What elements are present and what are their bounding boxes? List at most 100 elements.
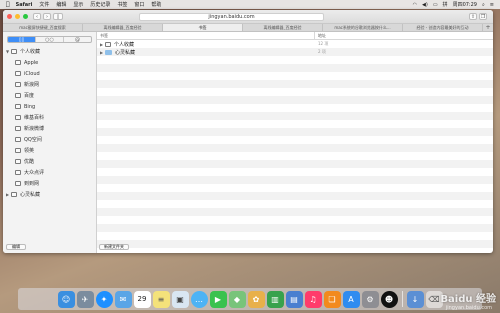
- menu-window[interactable]: 窗口: [134, 1, 144, 8]
- empty-row: [97, 88, 493, 96]
- menu-bar:  Safari 文件 编辑 显示 历史记录 书签 窗口 帮助 ◠ ◀) ▭ 拼…: [0, 0, 500, 9]
- sidebar-item[interactable]: Bing: [3, 101, 96, 112]
- minimize-button[interactable]: [15, 14, 20, 19]
- ibooks-icon[interactable]: ❏: [323, 290, 341, 308]
- table-row[interactable]: ▶ 个人收藏 12 项: [97, 40, 493, 48]
- tab-bar: mac截屏快捷键_百度搜索 离线编辑器_百度经验 书签 离线编辑器_百度经验 m…: [3, 24, 493, 32]
- calendar-day: 29: [137, 295, 147, 303]
- messages-icon[interactable]: …: [190, 290, 208, 308]
- close-button[interactable]: [7, 14, 12, 19]
- bookmark-icon: [15, 181, 21, 186]
- calendar-icon[interactable]: 29: [133, 290, 151, 308]
- bookmark-list: ▶ 个人收藏 12 项 ▶ 心灵私藏 2 项: [97, 40, 493, 248]
- tab[interactable]: 离线编辑器_百度经验: [243, 24, 323, 31]
- sidebar-item[interactable]: 大众点评: [3, 167, 96, 178]
- photos-icon[interactable]: ✿: [247, 290, 265, 308]
- row-address: 12 项: [318, 41, 329, 46]
- sidebar-item[interactable]: 维基百科: [3, 112, 96, 123]
- spotlight-icon[interactable]: ⌕: [482, 2, 485, 8]
- empty-row: [97, 200, 493, 208]
- sidebar-item[interactable]: iCloud: [3, 68, 96, 79]
- menu-help[interactable]: 帮助: [151, 1, 161, 8]
- sidebar-item[interactable]: 百度: [3, 90, 96, 101]
- volume-icon[interactable]: ◀): [422, 2, 428, 8]
- menu-history[interactable]: 历史记录: [90, 1, 110, 8]
- sidebar-edit-button[interactable]: 编辑: [6, 244, 26, 250]
- bookmark-icon: [15, 60, 21, 65]
- qq-icon[interactable]: ☻: [380, 290, 398, 308]
- sidebar-item-label: 领英: [24, 148, 35, 154]
- tab-active[interactable]: 书签: [163, 24, 243, 31]
- battery-icon[interactable]: ▭: [433, 2, 438, 8]
- menu-file[interactable]: 文件: [39, 1, 49, 8]
- safari-icon[interactable]: ✦: [95, 290, 113, 308]
- tab-overview-icon[interactable]: ❐: [479, 13, 487, 20]
- tab[interactable]: 经验 - 创造内容最美好的互动: [403, 24, 483, 31]
- keynote-icon[interactable]: ▤: [285, 290, 303, 308]
- empty-row: [97, 240, 493, 248]
- empty-row: [97, 112, 493, 120]
- address-text: jingyan.baidu.com: [208, 13, 255, 20]
- bookmarks-segment[interactable]: ▯▯: [8, 37, 36, 42]
- launchpad-icon[interactable]: ✈: [76, 290, 94, 308]
- empty-row: [97, 192, 493, 200]
- app-menu[interactable]: Safari: [16, 2, 33, 8]
- sidebar-folder-private[interactable]: ▶ 心灵私藏: [3, 189, 96, 200]
- tab[interactable]: mac系统的谷歌浏览器按什么...: [323, 24, 403, 31]
- app-store-icon[interactable]: A: [342, 290, 360, 308]
- share-icon[interactable]: ⇧: [469, 13, 477, 20]
- sidebar-item[interactable]: QQ空间: [3, 134, 96, 145]
- input-method-icon[interactable]: 拼: [443, 1, 448, 8]
- sidebar-folder-favorites[interactable]: ▼ 个人收藏: [3, 46, 96, 57]
- menu-edit[interactable]: 编辑: [56, 1, 66, 8]
- sidebar-item[interactable]: 到到网: [3, 178, 96, 189]
- bookmark-icon: [15, 115, 21, 120]
- reading-list-segment[interactable]: ○○: [36, 37, 64, 42]
- apple-menu-icon[interactable]: : [6, 1, 10, 8]
- maps-icon[interactable]: ◆: [228, 290, 246, 308]
- column-header-title[interactable]: 书签: [97, 32, 315, 39]
- new-tab-button[interactable]: +: [483, 24, 493, 31]
- preview-icon[interactable]: ▣: [171, 290, 189, 308]
- tab[interactable]: mac截屏快捷键_百度搜索: [3, 24, 83, 31]
- sidebar-item[interactable]: 新浪网: [3, 79, 96, 90]
- sidebar-item-label: 百度: [24, 93, 35, 99]
- mail-icon[interactable]: ✉: [114, 290, 132, 308]
- wifi-icon[interactable]: ◠: [413, 2, 417, 8]
- empty-row: [97, 152, 493, 160]
- empty-row: [97, 128, 493, 136]
- address-bar[interactable]: jingyan.baidu.com: [139, 12, 324, 21]
- sidebar-toggle-icon[interactable]: ▯: [53, 13, 63, 20]
- clock[interactable]: 周四07:29: [453, 1, 477, 8]
- table-row[interactable]: ▶ 心灵私藏 2 项: [97, 48, 493, 56]
- row-name: 心灵私藏: [115, 49, 136, 56]
- sidebar-segmented-control: ▯▯ ○○ @: [7, 36, 92, 43]
- column-header-address[interactable]: 地址: [315, 32, 493, 39]
- sidebar-item[interactable]: 优酷: [3, 156, 96, 167]
- forward-button[interactable]: ›: [43, 13, 51, 20]
- facetime-icon[interactable]: ▶: [209, 290, 227, 308]
- empty-row: [97, 216, 493, 224]
- tab[interactable]: 离线编辑器_百度经验: [83, 24, 163, 31]
- toolbar: ‹ › ▯ jingyan.baidu.com ⇧ ❐: [3, 10, 493, 24]
- bookmark-icon: [15, 104, 21, 109]
- sidebar-item[interactable]: 新浪微博: [3, 123, 96, 134]
- notes-icon[interactable]: ≡: [152, 290, 170, 308]
- downloads-icon[interactable]: ↓: [406, 290, 424, 308]
- zoom-button[interactable]: [23, 14, 28, 19]
- itunes-icon[interactable]: ♫: [304, 290, 322, 308]
- shared-links-segment[interactable]: @: [64, 37, 91, 42]
- menu-bookmarks[interactable]: 书签: [117, 1, 127, 8]
- back-button[interactable]: ‹: [33, 13, 41, 20]
- new-folder-button[interactable]: 新建文件夹: [99, 244, 129, 250]
- bookmark-icon: [11, 192, 17, 197]
- sidebar-item[interactable]: 领英: [3, 145, 96, 156]
- finder-icon[interactable]: ☺: [57, 290, 75, 308]
- sidebar-item[interactable]: Apple: [3, 57, 96, 68]
- notification-center-icon[interactable]: ≡: [490, 2, 494, 8]
- system-preferences-icon[interactable]: ⚙: [361, 290, 379, 308]
- empty-row: [97, 168, 493, 176]
- numbers-icon[interactable]: ▥: [266, 290, 284, 308]
- menu-view[interactable]: 显示: [73, 1, 83, 8]
- bookmark-icon: [15, 126, 21, 131]
